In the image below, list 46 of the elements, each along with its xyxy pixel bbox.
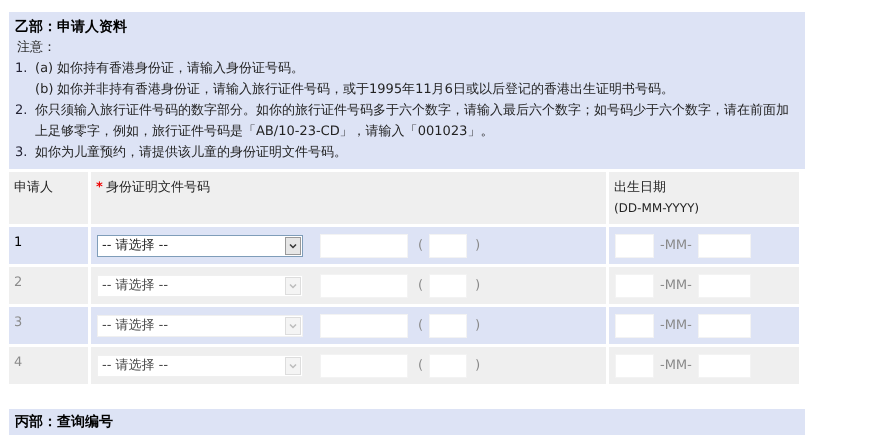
bracket: ) — [475, 236, 480, 255]
note-label: 注意： — [16, 39, 57, 57]
bracket: ) — [475, 276, 480, 295]
note-text: 如你并非持有香港身份证，请输入旅行证件号码，或于1995年11月6日或以后登记的香港出生证明书号码。 — [57, 81, 674, 99]
note-text: 你只须输入旅行证件号码的数字部分。如你的旅行证件号码多于六个数字，请输入最后六个数字；如号码少于六个数字，请在前面加上足够零字，例如，旅行证件号码是「AB/10-23-CD」，请输入「001023」。 — [35, 102, 790, 141]
caret-icon — [285, 316, 301, 334]
bracket: ( — [418, 316, 424, 335]
column-header: 出生日期 — [614, 179, 667, 197]
column-header: 申请人 — [9, 172, 88, 224]
document-number-field[interactable] — [320, 234, 408, 258]
list-marker: (a) — [35, 60, 54, 78]
bracket: ( — [418, 276, 424, 295]
row-number: 4 — [14, 355, 22, 370]
day-field[interactable] — [615, 234, 654, 258]
check-digit-field[interactable] — [429, 234, 468, 258]
note-text: 如你为儿童预约，请提供该儿童的身份证明文件号码。 — [35, 144, 348, 162]
caret-icon — [285, 356, 301, 374]
date-separator: -MM- — [660, 276, 692, 295]
section-title: 乙部：申请人资料 — [15, 18, 128, 37]
column-hint: (DD-MM-YYYY) — [614, 200, 700, 217]
check-digit-field[interactable] — [429, 314, 468, 338]
bracket: ( — [418, 236, 424, 255]
section-title: 丙部：查询编号 — [9, 409, 805, 435]
list-marker: 1. — [15, 60, 28, 78]
list-marker: (b) — [35, 81, 54, 99]
day-field[interactable] — [615, 314, 654, 338]
document-number-field[interactable] — [320, 314, 408, 338]
bracket: ) — [475, 356, 480, 375]
column-header: 身份证明文件号码 — [106, 180, 210, 195]
row-number: 2 — [14, 275, 22, 290]
date-separator: -MM- — [660, 316, 692, 335]
required-mark: * — [96, 180, 103, 195]
date-separator: -MM- — [660, 236, 692, 255]
bracket: ( — [418, 356, 424, 375]
note-text: 如你持有香港身份证，请输入身份证号码。 — [57, 60, 304, 78]
row-number: 3 — [14, 315, 22, 330]
document-type-select[interactable]: -- 请选择 -- — [97, 234, 303, 256]
list-marker: 2. — [15, 102, 28, 120]
caret-icon — [285, 236, 301, 254]
list-marker: 3. — [15, 144, 28, 162]
row-number: 1 — [14, 235, 22, 250]
bracket: ) — [475, 316, 480, 335]
date-separator: -MM- — [660, 356, 692, 375]
caret-icon — [285, 276, 301, 294]
year-field[interactable] — [698, 314, 751, 338]
year-field[interactable] — [698, 234, 751, 258]
